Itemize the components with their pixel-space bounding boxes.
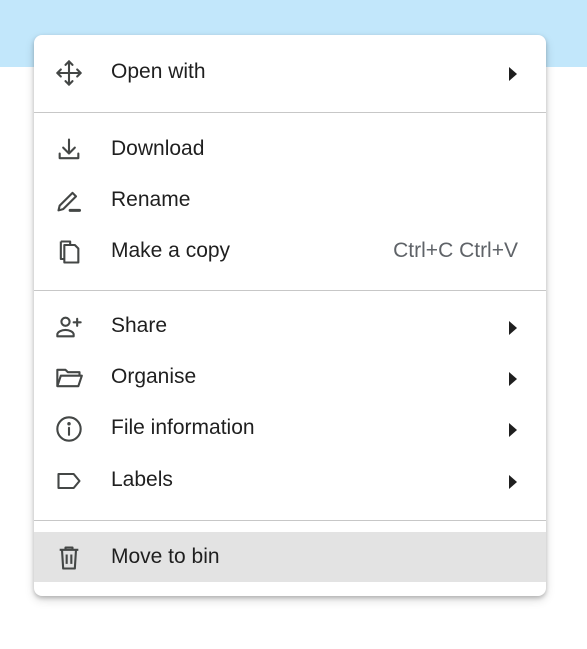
person-add-icon <box>55 313 83 341</box>
menu-divider <box>34 112 546 113</box>
menu-item-rename[interactable]: Rename <box>34 175 546 225</box>
menu-divider <box>34 290 546 291</box>
menu-item-label: Open with <box>111 60 206 83</box>
menu-item-open-with[interactable]: Open with <box>34 47 546 97</box>
menu-item-label: Organise <box>111 365 197 388</box>
trash-icon <box>55 544 83 572</box>
menu-item-label: Download <box>111 137 205 160</box>
menu-item-label: Make a copy <box>111 239 231 262</box>
pencil-icon <box>55 187 83 215</box>
menu-item-download[interactable]: Download <box>34 124 546 174</box>
menu-divider <box>34 520 546 521</box>
submenu-arrow-icon <box>509 475 517 489</box>
menu-item-label: Move to bin <box>111 545 220 568</box>
move-arrows-icon <box>55 59 83 87</box>
menu-item-label: Share <box>111 314 168 337</box>
download-icon <box>55 136 83 164</box>
submenu-arrow-icon <box>509 423 517 437</box>
menu-item-label: Rename <box>111 188 191 211</box>
menu-item-make-a-copy[interactable]: Make a copy Ctrl+C Ctrl+V <box>34 226 546 276</box>
menu-item-label: Labels <box>111 468 173 491</box>
menu-item-label: File information <box>111 416 255 439</box>
submenu-arrow-icon <box>509 372 517 386</box>
menu-item-labels[interactable]: Labels <box>34 455 546 505</box>
menu-item-file-information[interactable]: File information <box>34 403 546 453</box>
menu-item-organise[interactable]: Organise <box>34 352 546 402</box>
context-menu: Open with Download Rename Make a copy Ct… <box>34 35 546 596</box>
keyboard-shortcut: Ctrl+C Ctrl+V <box>393 239 518 262</box>
submenu-arrow-icon <box>509 321 517 335</box>
submenu-arrow-icon <box>509 67 517 81</box>
label-icon <box>55 467 83 495</box>
info-icon <box>55 415 83 443</box>
folder-open-icon <box>55 364 83 392</box>
menu-item-move-to-bin[interactable]: Move to bin <box>34 532 546 582</box>
copy-icon <box>55 238 83 266</box>
menu-item-share[interactable]: Share <box>34 301 546 351</box>
